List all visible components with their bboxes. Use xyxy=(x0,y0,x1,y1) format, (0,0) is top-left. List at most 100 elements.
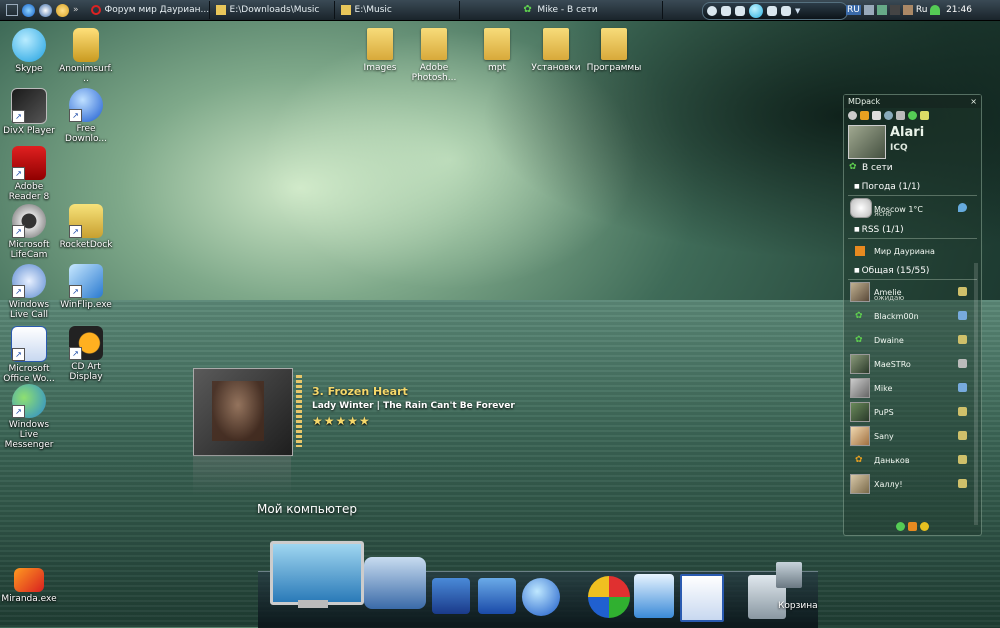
folder-icon xyxy=(340,5,351,15)
desktop-icon-anonimsurf[interactable]: Anonimsurf... xyxy=(58,28,114,84)
desktop-icon-skype[interactable]: Skype xyxy=(1,28,57,74)
contact-maestro[interactable]: MaeSTRo xyxy=(844,352,981,376)
contact-blackm00n[interactable]: ✿ Blackm00n xyxy=(844,304,981,328)
next-button[interactable] xyxy=(767,6,777,16)
task-music[interactable]: E:\Music xyxy=(335,1,460,19)
stop-button[interactable] xyxy=(721,6,731,16)
desktop-icon-windows-live-call[interactable]: Windows Live Call xyxy=(1,264,57,320)
smile-icon[interactable] xyxy=(56,3,69,17)
trash-label: Корзина xyxy=(778,601,818,611)
group-rss[interactable]: RSS (1/1) xyxy=(848,222,977,239)
client-icon xyxy=(958,311,967,320)
miranda-user-card[interactable]: Alari ICQ xyxy=(844,123,981,161)
desktop-icon-office-word[interactable]: Microsoft Office Wo... xyxy=(1,326,57,384)
contact-sany[interactable]: Sany xyxy=(844,424,981,448)
desktop-icon-free-download[interactable]: Free Downlo... xyxy=(58,88,114,144)
chevron-down-icon[interactable]: ▼ xyxy=(795,7,800,15)
media-player-dock-icon[interactable] xyxy=(588,576,630,618)
mail-icon[interactable] xyxy=(872,111,881,120)
messenger-dock-icon[interactable] xyxy=(634,574,674,618)
media-player-icon[interactable] xyxy=(39,3,52,17)
word-dock-icon[interactable] xyxy=(680,574,724,622)
task-opera-forum[interactable]: Форум мир Дауриан... xyxy=(85,1,210,19)
status-icon[interactable] xyxy=(908,111,917,120)
status-flower-icon[interactable] xyxy=(896,522,905,531)
user-avatar[interactable] xyxy=(848,125,886,159)
client-icon xyxy=(958,431,967,440)
cd-icon xyxy=(69,326,103,360)
folder-label: Adobe Photosh... xyxy=(411,63,457,83)
settings-gear-icon[interactable] xyxy=(848,111,857,120)
folder-programs[interactable]: Программы xyxy=(586,28,642,73)
applications-folder-icon[interactable] xyxy=(478,578,516,614)
weather-footer-icon[interactable] xyxy=(920,522,929,531)
app-tray-icon[interactable] xyxy=(889,5,900,15)
folder-mpt[interactable]: mpt xyxy=(469,28,525,73)
language-indicator[interactable]: RU xyxy=(846,5,861,15)
note-icon[interactable] xyxy=(920,111,929,120)
keyboard-layout-indicator[interactable]: Ru xyxy=(916,5,928,15)
icon-label: Adobe Reader 8 xyxy=(8,182,50,202)
browser-globe-icon[interactable] xyxy=(522,578,560,616)
contact-pups[interactable]: PuPS xyxy=(844,400,981,424)
rating-stars[interactable]: ★★★★★ xyxy=(312,414,371,428)
desktop-icon-rocketdock[interactable]: RocketDock xyxy=(58,204,114,250)
group-general[interactable]: Общая (15/55) xyxy=(848,263,977,280)
folder-images[interactable]: Images xyxy=(352,28,408,73)
contact-dankov[interactable]: ✿ Даньков xyxy=(844,448,981,472)
rss-footer-icon[interactable] xyxy=(908,522,917,531)
desktop-icon-microsoft-lifecam[interactable]: Microsoft LifeCam xyxy=(1,204,57,260)
desktop-icon-winflip[interactable]: WinFlip.exe xyxy=(58,264,114,310)
group-weather[interactable]: Погода (1/1) xyxy=(848,179,977,196)
contact-dwaine[interactable]: ✿ Dwaine xyxy=(844,328,981,352)
folder-adobe-photoshop[interactable]: Adobe Photosh... xyxy=(406,28,462,83)
user-status[interactable]: В сети xyxy=(844,161,981,179)
contact-name: Халлу! xyxy=(874,479,903,489)
hard-drive-icon[interactable] xyxy=(364,557,426,609)
player-menu-button[interactable] xyxy=(707,6,717,16)
contact-list-scrollbar[interactable] xyxy=(974,263,978,525)
task-miranda-mike[interactable]: ✿ Mike - В сети xyxy=(460,1,663,19)
media-folder-icon[interactable] xyxy=(432,578,470,614)
desktop-icon-miranda[interactable]: Miranda.exe xyxy=(1,568,57,604)
miranda-titlebar[interactable]: MDpack × xyxy=(844,95,981,108)
my-computer-icon[interactable] xyxy=(270,541,364,605)
sound-icon[interactable] xyxy=(896,111,905,120)
system-tray: RU Ru xyxy=(842,0,1000,20)
close-button[interactable]: × xyxy=(970,97,977,106)
monitor-icon[interactable] xyxy=(863,5,874,15)
quick-launch-more-button[interactable]: » xyxy=(73,5,79,15)
trash-can-icon[interactable] xyxy=(776,562,802,588)
album-cover[interactable] xyxy=(193,368,293,456)
contact-mike[interactable]: Mike xyxy=(844,376,981,400)
desktop-icon-divx-player[interactable]: DivX Player xyxy=(1,88,57,136)
contact-hallu[interactable]: Халлу! xyxy=(844,472,981,496)
desktop-icon-adobe-reader[interactable]: Adobe Reader 8 xyxy=(1,146,57,202)
contact-name: MaeSTRo xyxy=(874,359,911,369)
internet-explorer-icon[interactable] xyxy=(22,3,35,17)
contact-rss-mir-dauriana[interactable]: Мир Дауриана xyxy=(844,239,981,263)
network-icon[interactable] xyxy=(876,5,887,15)
icon-label: CD Art Display xyxy=(69,362,103,382)
task-downloads-music[interactable]: E:\Downloads\Music xyxy=(210,1,335,19)
image-tray-icon[interactable] xyxy=(902,5,913,15)
folder-installs[interactable]: Установки xyxy=(528,28,584,73)
menu-icon[interactable] xyxy=(860,111,869,120)
show-desktop-icon[interactable] xyxy=(6,4,18,16)
globe-icon[interactable] xyxy=(884,111,893,120)
clock[interactable]: 21:46 xyxy=(946,5,972,15)
contact-amelie[interactable]: Amelie ожидаю xyxy=(844,280,981,304)
desktop-icon-windows-live-messenger[interactable]: Windows Live Messenger xyxy=(1,384,57,450)
desktop-icon-cd-art-display[interactable]: CD Art Display xyxy=(58,326,114,382)
wifi-icon[interactable] xyxy=(930,5,941,15)
adobe-reader-icon xyxy=(12,146,46,180)
download-manager-icon xyxy=(69,88,103,122)
contact-avatar xyxy=(850,378,870,398)
word-icon xyxy=(11,326,47,362)
contact-weather-moscow[interactable]: Moscow 1°C Ясно xyxy=(844,196,981,222)
pause-button[interactable] xyxy=(749,4,763,18)
volume-button[interactable] xyxy=(781,6,791,16)
user-protocol: ICQ xyxy=(890,143,908,153)
task-label: Форум мир Дауриан... xyxy=(104,5,210,15)
previous-button[interactable] xyxy=(735,6,745,16)
